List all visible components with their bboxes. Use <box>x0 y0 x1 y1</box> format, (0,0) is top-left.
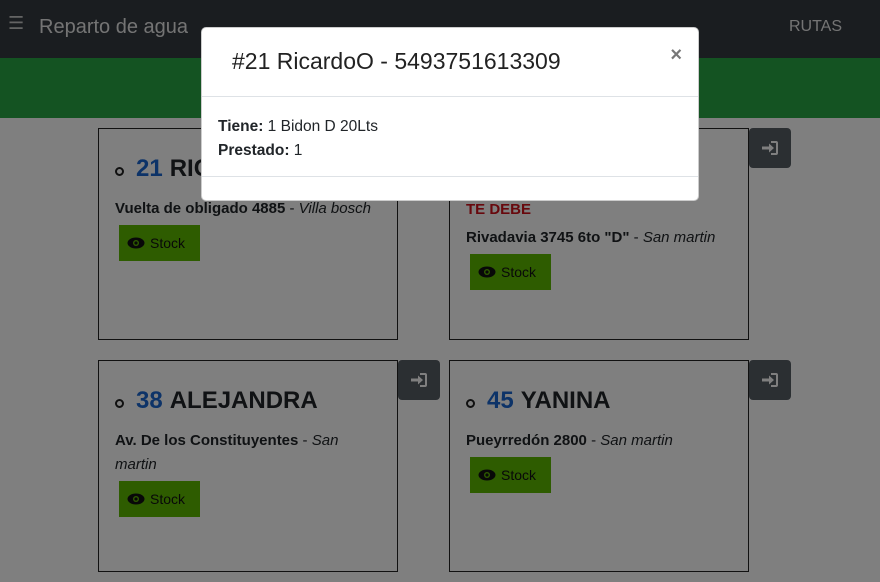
prestado-row: Prestado: 1 <box>218 139 682 163</box>
prestado-value: 1 <box>289 142 303 159</box>
prestado-label: Prestado: <box>218 142 290 159</box>
close-icon[interactable]: × <box>670 44 682 67</box>
tiene-value: 1 Bidon D 20Lts <box>263 118 378 135</box>
client-modal: #21 RicardoO - 5493751613309 × Tiene: 1 … <box>201 27 699 201</box>
modal-header: #21 RicardoO - 5493751613309 × <box>202 28 698 97</box>
modal-title: #21 RicardoO - 5493751613309 <box>232 48 561 74</box>
tiene-row: Tiene: 1 Bidon D 20Lts <box>218 115 682 139</box>
tiene-label: Tiene: <box>218 118 264 135</box>
modal-body: Tiene: 1 Bidon D 20Lts Prestado: 1 <box>202 97 698 177</box>
